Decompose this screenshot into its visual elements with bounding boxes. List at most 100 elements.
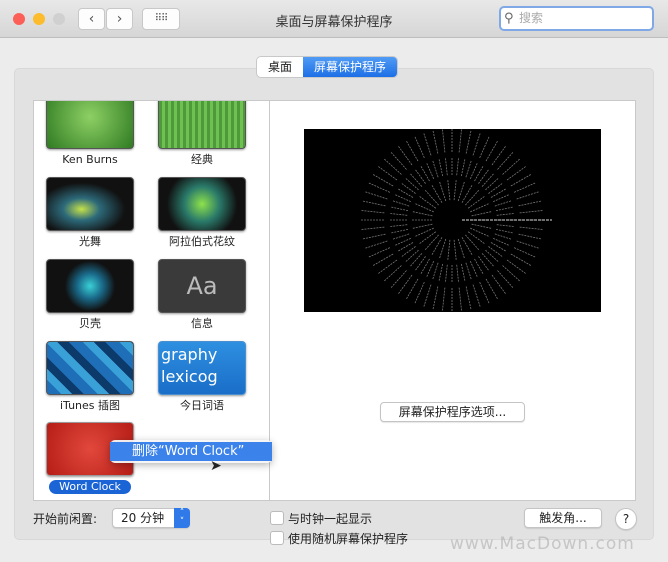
tab-bar: 桌面 屏幕保护程序 — [257, 57, 398, 77]
word-ray — [392, 233, 410, 240]
word-ray — [460, 159, 466, 177]
word-ray — [496, 213, 514, 216]
word-ray — [465, 160, 472, 178]
word-ray — [361, 233, 386, 240]
word-ray — [432, 160, 439, 178]
word-ray — [516, 191, 540, 200]
itunes-thumbnail — [46, 341, 134, 395]
word-ray — [412, 211, 433, 217]
word-ray — [423, 284, 432, 308]
word-ray — [470, 203, 489, 213]
screensaver-itunes-artwork[interactable]: iTunes 插图 — [46, 341, 134, 413]
word-ray — [457, 181, 465, 202]
word-ray — [423, 132, 432, 156]
word-ray — [360, 209, 385, 214]
random-screensaver-checkbox[interactable] — [270, 531, 284, 545]
word-ray — [420, 166, 430, 182]
search-icon: ⚲ — [504, 11, 514, 26]
word-ray — [364, 240, 388, 249]
word-ray — [474, 166, 484, 182]
word-ray — [372, 253, 394, 267]
random-screensaver-label: 使用随机屏幕保护程序 — [288, 532, 409, 546]
word-ray — [432, 129, 439, 154]
word-ray — [431, 237, 443, 255]
word-ray — [364, 191, 388, 200]
word-ray — [470, 227, 489, 237]
show-with-clock-checkbox[interactable] — [270, 511, 284, 525]
idle-time-popup[interactable]: 20 分钟 ˄ ˅ — [112, 508, 190, 528]
word-ray — [395, 194, 412, 203]
word-ray — [465, 262, 472, 280]
word-ray — [458, 129, 462, 153]
word-ray — [360, 226, 385, 231]
word-ray — [361, 200, 386, 207]
screensaver-label: 光舞 — [79, 235, 101, 248]
word-ray — [442, 129, 446, 153]
word-ray — [496, 224, 514, 227]
screensaver-flurry[interactable]: 光舞 — [46, 177, 134, 249]
word-ray — [461, 237, 473, 255]
word-ray — [390, 213, 408, 216]
screensaver-label: 经典 — [191, 153, 213, 166]
word-ray — [391, 228, 409, 234]
screensaver-ken-burns[interactable]: Ken Burns — [46, 101, 134, 167]
show-with-clock-label: 与时钟一起显示 — [288, 512, 373, 526]
arabesque-thumbnail — [158, 177, 246, 231]
search-input[interactable]: ⚲ 搜索 — [499, 6, 654, 31]
word-ray — [420, 258, 430, 274]
word-ray — [441, 287, 446, 312]
context-menu: 删除“Word Clock” — [110, 440, 272, 463]
word-ray — [492, 194, 509, 203]
word-ray — [472, 132, 481, 156]
stepper-arrows-icon: ˄ ˅ — [174, 508, 190, 528]
word-ray — [432, 286, 439, 311]
word-ray — [391, 206, 409, 212]
word-ray — [392, 200, 410, 207]
word-ray — [518, 233, 543, 240]
word-ray — [516, 240, 540, 249]
word-ray — [414, 135, 425, 159]
word-ray — [492, 237, 509, 246]
screensaver-word-of-the-day[interactable]: graphy lexicog 今日词语 — [158, 341, 246, 413]
screensaver-label: 阿拉伯式花纹 — [169, 235, 235, 248]
word-ray — [485, 278, 499, 300]
hot-corners-button[interactable]: 触发角... — [524, 508, 602, 528]
word-ray — [405, 278, 419, 300]
menu-item-delete[interactable]: 删除“Word Clock” — [110, 442, 272, 461]
screensaver-classic[interactable]: 经典 — [158, 101, 246, 167]
word-ray — [513, 247, 537, 258]
word-ray — [453, 180, 457, 201]
word-ray — [495, 206, 513, 212]
word-ray — [471, 211, 492, 217]
screensaver-label: iTunes 插图 — [59, 399, 121, 412]
shell-thumbnail — [46, 259, 134, 313]
word-ray — [424, 190, 439, 206]
word-ray — [445, 158, 448, 176]
word-ray — [465, 286, 472, 311]
tab-desktop[interactable]: 桌面 — [257, 57, 303, 77]
ladybug-thumbnail — [46, 101, 134, 149]
word-ray — [432, 262, 439, 280]
word-ray — [414, 281, 425, 305]
word-ray — [490, 242, 506, 252]
word-ray — [495, 228, 513, 234]
word-ray — [426, 163, 435, 180]
word-ray — [398, 242, 414, 252]
screensaver-label: 贝壳 — [79, 317, 101, 330]
tab-screensaver[interactable]: 屏幕保护程序 — [303, 57, 398, 77]
screensaver-label: 今日词语 — [180, 399, 224, 412]
word-of-day-thumbnail: graphy lexicog — [158, 341, 246, 395]
word-ray — [469, 163, 478, 180]
help-button[interactable]: ? — [615, 508, 637, 530]
word-ray — [415, 203, 434, 213]
screensaver-options-button[interactable]: 屏幕保护程序选项... — [380, 402, 525, 422]
word-ray — [519, 209, 544, 214]
screensaver-message[interactable]: Aa 信息 — [158, 259, 246, 331]
mouse-cursor-icon: ➤ — [210, 458, 222, 474]
word-clock-preview-graphic — [360, 129, 552, 312]
word-ray — [513, 182, 537, 193]
idle-label: 开始前闲置: — [33, 512, 98, 526]
screensaver-preview — [304, 129, 601, 312]
screensaver-arabesque[interactable]: 阿拉伯式花纹 — [158, 177, 246, 249]
screensaver-shell[interactable]: 贝壳 — [46, 259, 134, 331]
